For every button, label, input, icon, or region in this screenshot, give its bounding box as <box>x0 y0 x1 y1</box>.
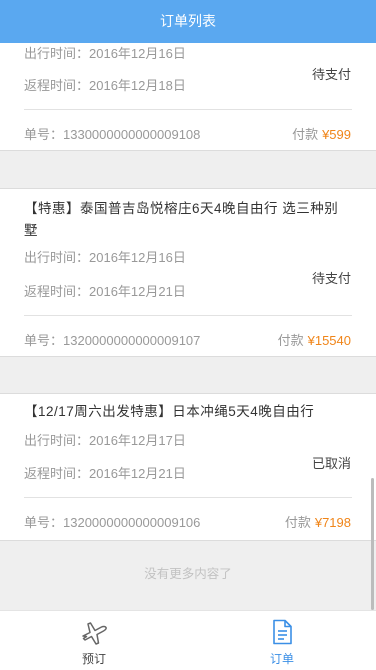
order-number: 单号：1320000000000009107 <box>24 330 200 349</box>
depart-date: 2016年12月17日 <box>89 433 186 448</box>
payment-amount: ¥7198 <box>314 515 351 530</box>
return-date: 2016年12月18日 <box>89 78 186 93</box>
depart-time: 出行时间：2016年12月16日 <box>24 43 186 62</box>
payment-amount: ¥599 <box>322 127 351 142</box>
order-status: 待支付 <box>311 67 351 82</box>
order-card[interactable]: 出行时间：2016年12月16日 待支付 返程时间：2016年12月18日 单号… <box>0 43 376 151</box>
payment-label: 付款 <box>284 515 311 530</box>
depart-time: 出行时间：2016年12月16日 <box>24 247 186 266</box>
order-number-label: 单号： <box>24 515 64 530</box>
airplane-icon <box>82 622 107 645</box>
order-title: 【特惠】泰国普吉岛悦榕庄6天4晚自由行 选三种别墅 <box>24 201 339 238</box>
order-number-label: 单号： <box>24 127 64 142</box>
tab-orders[interactable]: 订单 <box>188 611 376 670</box>
depart-label: 出行时间： <box>24 433 90 448</box>
order-card[interactable]: 【特惠】泰国普吉岛悦榕庄6天4晚自由行 选三种别墅 出行时间：2016年12月1… <box>0 188 376 357</box>
order-number-value: 1320000000000009107 <box>63 333 201 348</box>
payment: 付款 ¥15540 <box>278 330 351 349</box>
payment: 付款 ¥7198 <box>285 512 351 531</box>
list-end-message: 没有更多内容了 <box>144 567 232 581</box>
depart-label: 出行时间： <box>24 46 90 61</box>
order-status: 待支付 <box>311 271 351 286</box>
payment-label: 付款 <box>277 333 304 348</box>
tab-bar: 预订 订单 <box>0 610 376 670</box>
order-list[interactable]: 出行时间：2016年12月16日 待支付 返程时间：2016年12月18日 单号… <box>0 43 376 611</box>
return-label: 返程时间： <box>24 78 90 93</box>
tab-orders-label: 订单 <box>269 652 294 666</box>
return-date: 2016年12月21日 <box>89 466 186 481</box>
document-icon <box>273 619 292 645</box>
return-time: 返程时间：2016年12月18日 <box>24 75 186 94</box>
tab-booking[interactable]: 预订 <box>0 611 188 670</box>
divider <box>24 109 352 110</box>
order-number-value: 1330000000000009108 <box>63 127 201 142</box>
tab-booking-label: 预订 <box>81 652 106 666</box>
depart-date: 2016年12月16日 <box>89 46 186 61</box>
order-number: 单号：1320000000000009106 <box>24 512 200 531</box>
depart-time: 出行时间：2016年12月17日 <box>24 430 186 449</box>
return-label: 返程时间： <box>24 284 90 299</box>
divider <box>24 315 352 316</box>
return-label: 返程时间： <box>24 466 90 481</box>
payment-label: 付款 <box>292 127 319 142</box>
return-time: 返程时间：2016年12月21日 <box>24 281 186 300</box>
return-date: 2016年12月21日 <box>89 284 186 299</box>
order-number: 单号：1330000000000009108 <box>24 124 200 143</box>
return-time: 返程时间：2016年12月21日 <box>24 463 186 482</box>
order-card[interactable]: 【12/17周六出发特惠】日本冲绳5天4晚自由行 出行时间：2016年12月17… <box>0 393 376 541</box>
payment: 付款 ¥599 <box>292 124 351 143</box>
payment-amount: ¥15540 <box>307 333 351 348</box>
order-number-value: 1320000000000009106 <box>63 515 201 530</box>
order-status: 已取消 <box>311 456 351 471</box>
depart-date: 2016年12月16日 <box>89 250 186 265</box>
order-number-label: 单号： <box>24 333 64 348</box>
page-title: 订单列表 <box>0 0 376 43</box>
order-title: 【12/17周六出发特惠】日本冲绳5天4晚自由行 <box>24 404 315 419</box>
divider <box>24 497 352 498</box>
scrollbar[interactable] <box>371 478 374 610</box>
depart-label: 出行时间： <box>24 250 90 265</box>
